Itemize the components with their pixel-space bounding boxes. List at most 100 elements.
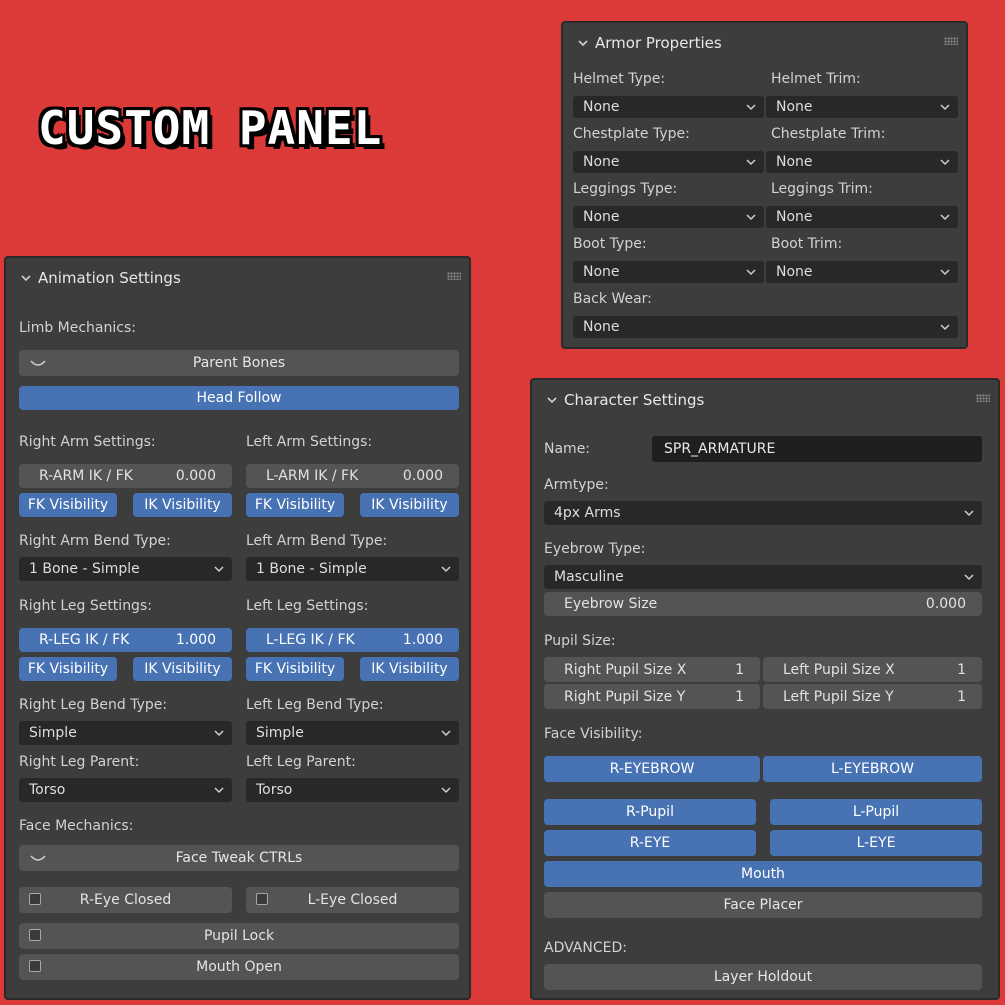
left-leg-settings-label: Left Leg Settings: — [246, 598, 369, 614]
face-mechanics-label: Face Mechanics: — [19, 818, 134, 834]
l-arm-ikfk-value: 0.000 — [402, 468, 443, 484]
leggings-type-value: None — [583, 209, 620, 225]
left-leg-parent-label: Left Leg Parent: — [246, 754, 356, 770]
helmet-trim-dropdown[interactable]: None — [766, 96, 958, 118]
chevron-down-icon — [964, 574, 974, 581]
r-arm-ik-visibility-button[interactable]: IK Visibility — [133, 493, 232, 517]
eyebrow-type-dropdown[interactable]: Masculine — [544, 565, 982, 589]
pupil-size-label: Pupil Size: — [544, 633, 616, 649]
helmet-type-dropdown[interactable]: None — [573, 96, 764, 118]
chestplate-trim-dropdown[interactable]: None — [766, 151, 958, 173]
r-leg-fk-visibility-button[interactable]: FK Visibility — [19, 657, 117, 681]
l-arm-ik-visibility-button[interactable]: IK Visibility — [360, 493, 459, 517]
left-arm-bend-type-label: Left Arm Bend Type: — [246, 533, 388, 549]
r-leg-ik-visibility-button[interactable]: IK Visibility — [133, 657, 232, 681]
r-eyebrow-button[interactable]: R-EYEBROW — [544, 756, 760, 782]
chevron-down-icon — [746, 269, 756, 276]
l-pupil-button[interactable]: L-Pupil — [770, 799, 982, 825]
l-eye-closed-checkbox[interactable]: L-Eye Closed — [246, 887, 459, 913]
r-arm-ikfk-slider[interactable]: R-ARM IK / FK 0.000 — [19, 464, 232, 488]
checkbox-icon — [29, 893, 41, 905]
chevron-down-icon — [940, 104, 950, 111]
right-pupil-x-value: 1 — [735, 661, 744, 678]
left-pupil-x-value: 1 — [957, 661, 966, 678]
r-eye-button[interactable]: R-EYE — [544, 830, 756, 856]
left-arm-bend-value: 1 Bone - Simple — [256, 561, 367, 577]
r-leg-ikfk-slider[interactable]: R-LEG IK / FK 1.000 — [19, 628, 232, 652]
right-pupil-x-field[interactable]: Right Pupil Size X 1 — [544, 657, 760, 682]
l-eye-closed-label: L-Eye Closed — [307, 892, 398, 908]
checkbox-icon — [29, 960, 41, 972]
l-arm-fk-visibility-button[interactable]: FK Visibility — [246, 493, 344, 517]
r-leg-ikfk-label: R-LEG IK / FK — [39, 632, 130, 648]
l-eye-button[interactable]: L-EYE — [770, 830, 982, 856]
armor-panel-header[interactable]: Armor Properties — [563, 23, 966, 63]
head-follow-button[interactable]: Head Follow — [19, 386, 459, 410]
chevron-down-icon — [964, 510, 974, 517]
boot-trim-value: None — [776, 264, 813, 280]
r-eye-closed-checkbox[interactable]: R-Eye Closed — [19, 887, 232, 913]
mouth-open-checkbox[interactable]: Mouth Open — [19, 954, 459, 980]
leggings-trim-dropdown[interactable]: None — [766, 206, 958, 228]
right-leg-parent-label: Right Leg Parent: — [19, 754, 140, 770]
pupil-lock-label: Pupil Lock — [203, 928, 275, 944]
right-leg-bend-type-label: Right Leg Bend Type: — [19, 697, 168, 713]
layer-holdout-button[interactable]: Layer Holdout — [544, 964, 982, 990]
r-arm-fk-visibility-button[interactable]: FK Visibility — [19, 493, 117, 517]
left-arm-bend-dropdown[interactable]: 1 Bone - Simple — [246, 557, 459, 581]
drag-grip-icon[interactable] — [944, 37, 958, 45]
right-leg-parent-dropdown[interactable]: Torso — [19, 778, 232, 802]
animation-panel-header[interactable]: Animation Settings — [6, 258, 469, 298]
helmet-type-label: Helmet Type: — [573, 71, 666, 87]
drag-grip-icon[interactable] — [447, 272, 461, 280]
right-pupil-y-field[interactable]: Right Pupil Size Y 1 — [544, 684, 760, 709]
eyebrow-size-field[interactable]: Eyebrow Size 0.000 — [544, 592, 982, 616]
left-leg-parent-dropdown[interactable]: Torso — [246, 778, 459, 802]
face-visibility-label: Face Visibility: — [544, 726, 643, 742]
left-arm-settings-label: Left Arm Settings: — [246, 434, 373, 450]
armtype-dropdown[interactable]: 4px Arms — [544, 501, 982, 525]
face-placer-button[interactable]: Face Placer — [544, 892, 982, 918]
left-pupil-y-field[interactable]: Left Pupil Size Y 1 — [763, 684, 982, 709]
armtype-value: 4px Arms — [554, 505, 621, 521]
l-eyebrow-button[interactable]: L-EYEBROW — [763, 756, 982, 782]
right-leg-bend-dropdown[interactable]: Simple — [19, 721, 232, 745]
drag-grip-icon[interactable] — [976, 394, 990, 402]
boot-type-value: None — [583, 264, 620, 280]
l-arm-ikfk-slider[interactable]: L-ARM IK / FK 0.000 — [246, 464, 459, 488]
left-leg-bend-dropdown[interactable]: Simple — [246, 721, 459, 745]
helmet-trim-label: Helmet Trim: — [771, 71, 861, 87]
pupil-lock-checkbox[interactable]: Pupil Lock — [19, 923, 459, 949]
right-pupil-y-value: 1 — [735, 688, 744, 705]
mouth-button[interactable]: Mouth — [544, 861, 982, 887]
chevron-down-icon — [940, 214, 950, 221]
animation-settings-panel: Animation Settings Limb Mechanics: Paren… — [4, 256, 471, 1000]
character-panel-header[interactable]: Character Settings — [532, 380, 998, 420]
limb-mechanics-label: Limb Mechanics: — [19, 320, 136, 336]
l-leg-fk-visibility-button[interactable]: FK Visibility — [246, 657, 344, 681]
r-pupil-button[interactable]: R-Pupil — [544, 799, 756, 825]
advanced-label: ADVANCED: — [544, 940, 627, 956]
armtype-label: Armtype: — [544, 477, 609, 493]
expand-arc-icon — [30, 360, 46, 366]
armor-panel-title: Armor Properties — [595, 34, 722, 52]
chestplate-type-dropdown[interactable]: None — [573, 151, 764, 173]
right-arm-bend-dropdown[interactable]: 1 Bone - Simple — [19, 557, 232, 581]
boot-type-dropdown[interactable]: None — [573, 261, 764, 283]
boot-trim-label: Boot Trim: — [771, 236, 843, 252]
leggings-type-dropdown[interactable]: None — [573, 206, 764, 228]
boot-trim-dropdown[interactable]: None — [766, 261, 958, 283]
left-pupil-y-value: 1 — [957, 688, 966, 705]
left-pupil-x-field[interactable]: Left Pupil Size X 1 — [763, 657, 982, 682]
left-pupil-x-label: Left Pupil Size X — [783, 661, 895, 678]
l-leg-ik-visibility-button[interactable]: IK Visibility — [360, 657, 459, 681]
parent-bones-toggle[interactable]: Parent Bones — [19, 350, 459, 376]
l-leg-ikfk-slider[interactable]: L-LEG IK / FK 1.000 — [246, 628, 459, 652]
face-tweak-toggle[interactable]: Face Tweak CTRLs — [19, 845, 459, 871]
checkbox-icon — [29, 929, 41, 941]
chevron-down-icon — [940, 159, 950, 166]
animation-panel-title: Animation Settings — [38, 269, 181, 287]
back-wear-dropdown[interactable]: None — [573, 316, 958, 338]
name-input[interactable]: SPR_ARMATURE — [652, 436, 982, 462]
chevron-down-icon — [746, 104, 756, 111]
